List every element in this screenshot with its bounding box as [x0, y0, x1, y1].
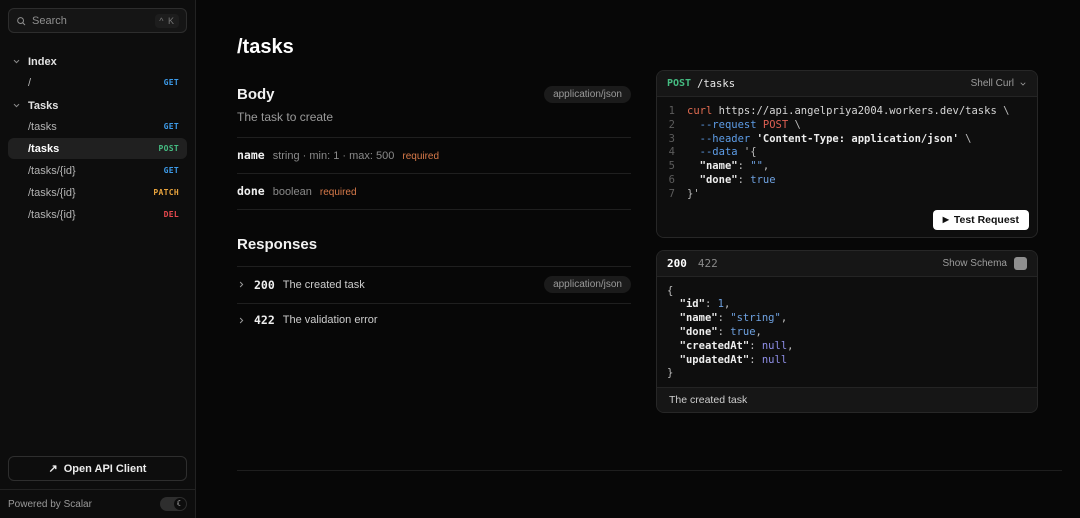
sidebar-item[interactable]: /tasks POST — [8, 138, 187, 159]
request-path: /tasks — [697, 77, 736, 90]
code-line: 6 "done": true — [668, 173, 776, 186]
chevron-down-icon — [13, 59, 20, 64]
request-method: POST — [667, 78, 692, 89]
bottom-divider — [237, 470, 1062, 471]
sidebar-item[interactable]: /tasks/{id} DEL — [8, 204, 187, 225]
chevron-down-icon — [1020, 82, 1026, 86]
code-line: "id": 1, — [679, 298, 731, 311]
response-row[interactable]: 200 The created task application/json — [237, 266, 631, 303]
open-api-client-button[interactable]: ↗ Open API Client — [8, 456, 187, 481]
main-content: /tasks Body application/json The task to… — [196, 0, 636, 518]
field-row: name string · min: 1 · max: 500 required — [237, 137, 631, 173]
sidebar-nav: Index / GET Tasks/tasks GET/tasks POST/tasks/… — [0, 41, 195, 448]
test-request-label: Test Request — [953, 213, 1019, 226]
method-badge: GET — [163, 122, 179, 131]
dark-mode-toggle[interactable]: ☾ — [160, 497, 187, 511]
sidebar-item[interactable]: /tasks/{id} GET — [8, 160, 187, 181]
code-line: "done": true, — [679, 325, 762, 338]
sidebar-footer: ↗ Open API Client Powered by Scalar ☾ — [0, 448, 195, 518]
sidebar: Search ^ K Index / GET Tasks/tasks GET/tasks… — [0, 0, 196, 518]
method-badge: GET — [163, 166, 179, 175]
search-icon — [17, 16, 26, 25]
search-shortcut: ^ K — [155, 13, 179, 28]
page-title: /tasks — [237, 36, 294, 58]
search-placeholder: Search — [32, 14, 67, 27]
code-line: 3 --header 'Content-Type: application/js… — [668, 132, 972, 145]
code-line: "updatedAt": null — [679, 353, 788, 366]
external-link-icon: ↗ — [48, 463, 58, 475]
code-line: "createdAt": null, — [679, 339, 794, 352]
request-example-card: POST /tasks Shell Curl 1 curl https://api… — [656, 70, 1038, 238]
response-row[interactable]: 422 The validation error — [237, 303, 631, 337]
client-selector-label: Shell Curl — [970, 78, 1014, 89]
test-request-button[interactable]: ▶ Test Request — [932, 209, 1029, 230]
body-content-type-badge: application/json — [544, 86, 631, 103]
example-panel: POST /tasks Shell Curl 1 curl https://api… — [656, 0, 1038, 414]
code-line: 1 curl https://api.angelpriya2004.workers… — [668, 105, 1010, 117]
moon-icon: ☾ — [174, 498, 186, 510]
method-badge: GET — [163, 78, 179, 87]
request-code-block: 1 curl https://api.angelpriya2004.workers… — [657, 97, 1037, 208]
chevron-right-icon — [239, 317, 244, 323]
method-badge: PATCH — [153, 188, 179, 197]
code-line: 4 --data '{ — [668, 146, 757, 159]
powered-by-label: Powered by Scalar — [8, 498, 92, 510]
show-schema-checkbox[interactable] — [1014, 256, 1027, 270]
response-tab-422[interactable]: 422 — [698, 257, 718, 270]
client-selector[interactable]: Shell Curl — [971, 78, 1027, 89]
open-api-client-label: Open API Client — [63, 462, 147, 475]
response-code-block: { "id": 1, "name": "string", "done": tru… — [657, 276, 1037, 388]
sidebar-group-index[interactable]: Index — [8, 51, 187, 72]
code-line: 7}' — [668, 187, 700, 200]
search-input[interactable]: Search ^ K — [8, 8, 187, 33]
field-row: done boolean required — [237, 173, 631, 209]
method-badge: DEL — [163, 210, 179, 219]
code-line: 2 --request POST \ — [668, 118, 801, 131]
sidebar-item[interactable]: /tasks GET — [8, 116, 187, 137]
method-badge: POST — [158, 144, 179, 153]
play-icon: ▶ — [942, 215, 949, 225]
body-fields: name string · min: 1 · max: 500 required do… — [237, 137, 631, 210]
body-heading: Body — [237, 86, 275, 103]
response-example-card: 200 422 Show Schema { "id": 1, "name": "s… — [656, 249, 1038, 414]
response-tabs: 200 422 — [667, 257, 718, 270]
show-schema-label: Show Schema — [942, 257, 1007, 269]
response-footer: The created task — [657, 387, 1037, 413]
sidebar-group-tasks[interactable]: Tasks — [8, 95, 187, 116]
code-line: "name": "string", — [679, 312, 788, 325]
responses-heading: Responses — [237, 236, 318, 253]
response-content-type-badge: application/json — [544, 276, 631, 293]
chevron-right-icon — [239, 281, 244, 288]
code-line: } — [667, 367, 674, 380]
body-description: The task to create — [237, 110, 334, 124]
code-line: 5 "name": "", — [668, 160, 770, 173]
response-tab-200[interactable]: 200 — [667, 257, 687, 270]
sidebar-item[interactable]: / GET — [8, 72, 187, 93]
code-line: { — [667, 284, 674, 297]
responses-list: 200 The created task application/json 422 Th… — [237, 266, 631, 337]
app-root: Search ^ K Index / GET Tasks/tasks GET/tasks… — [0, 0, 1080, 518]
sidebar-item[interactable]: /tasks/{id} PATCH — [8, 182, 187, 203]
chevron-down-icon — [13, 103, 20, 108]
